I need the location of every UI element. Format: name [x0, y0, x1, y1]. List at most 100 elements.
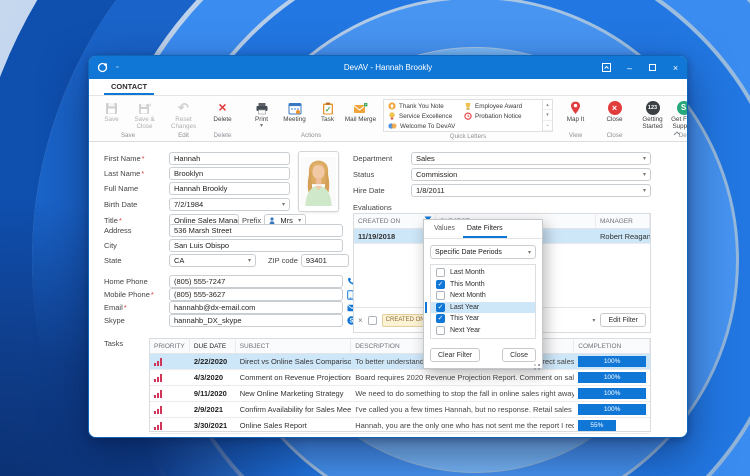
ribbon-group-quick-letters: Thank You Note Service Excellence Welcom… — [381, 97, 555, 141]
last-name-input[interactable]: Brooklyn — [169, 167, 290, 180]
first-name-input[interactable]: Hannah — [169, 152, 290, 165]
state-select[interactable]: CA ▾ — [169, 254, 256, 267]
checkbox[interactable] — [436, 302, 445, 312]
gallery-scroll-down-icon[interactable]: ▾ — [543, 110, 552, 121]
hire-date-select[interactable]: 1/8/2011 ▾ — [411, 184, 651, 197]
window-controls: – × — [595, 56, 687, 79]
column-header-subject[interactable]: SUBJECT — [236, 339, 352, 353]
task-completion-cell: 100% — [574, 372, 650, 383]
task-row[interactable]: 4/3/2020 Comment on Revenue Projections … — [150, 370, 650, 386]
completion-progress-bar: 100% — [578, 356, 646, 367]
column-header-completion[interactable]: COMPLETION — [574, 339, 650, 353]
home-phone-input[interactable]: (805) 555-7247 — [169, 275, 343, 288]
minimize-button[interactable]: – — [618, 56, 641, 79]
email-input[interactable]: hannahb@dx-email.com — [169, 301, 343, 314]
task-row[interactable]: 2/9/2021 Confirm Availability for Sales … — [150, 402, 650, 418]
remove-filter-icon[interactable]: × — [358, 316, 363, 325]
gallery-scroll-up-icon[interactable]: ▴ — [543, 100, 552, 111]
task-due-date: 2/9/2021 — [193, 405, 224, 414]
quick-letter-employee-award[interactable]: Employee Award — [464, 101, 540, 111]
address-row: Address 536 Marsh Street — [104, 224, 343, 237]
edit-filter-button[interactable]: Edit Filter — [600, 313, 646, 327]
filter-item-this-year[interactable]: This Year — [431, 313, 535, 325]
address-input[interactable]: 536 Marsh Street — [169, 224, 343, 237]
full-name-input[interactable]: Hannah Brookly — [169, 182, 290, 195]
ribbon-options-button[interactable] — [595, 56, 618, 79]
zip-input[interactable]: 93401 — [300, 254, 349, 267]
gallery-dropdown-icon[interactable]: ⌄ — [543, 121, 552, 131]
tab-values[interactable]: Values — [430, 220, 459, 238]
task-completion-cell: 100% — [574, 388, 650, 399]
quick-letter-thank-you[interactable]: Thank You Note — [388, 101, 464, 111]
map-it-button[interactable]: Map It — [559, 99, 592, 123]
close-record-button[interactable]: × Close — [598, 99, 631, 123]
maximize-button[interactable] — [641, 56, 664, 79]
hire-date-label: Hire Date — [353, 186, 385, 195]
priority-high-icon — [150, 389, 190, 398]
filter-item-next-month[interactable]: Next Month — [431, 290, 535, 302]
getting-started-button[interactable]: 123 Getting Started — [637, 99, 668, 130]
close-window-button[interactable]: × — [664, 56, 687, 79]
task-row[interactable]: 9/11/2020 New Online Marketing Strategy … — [150, 386, 650, 402]
reset-changes-button[interactable]: ↶ Reset Changes — [167, 99, 200, 130]
envelope-plus-icon: + — [353, 100, 368, 116]
getting-started-icon: 123 — [645, 100, 660, 116]
city-input[interactable]: San Luis Obispo — [169, 239, 343, 252]
clear-filter-button[interactable]: Clear Filter — [430, 348, 481, 362]
clipboard-check-icon: ✓ — [322, 100, 334, 116]
tab-contact[interactable]: CONTACT — [104, 79, 155, 95]
department-select[interactable]: Sales ▾ — [411, 152, 651, 165]
filter-dropdown-caret-icon[interactable]: ▾ — [592, 317, 595, 324]
filter-item-last-month[interactable]: Last Month — [431, 267, 535, 279]
filter-item-next-year[interactable]: Next Year — [431, 325, 535, 337]
filter-item-this-month[interactable]: This Month — [431, 279, 535, 291]
address-label: Address — [104, 226, 132, 235]
ribbon-group-view: Map It View — [557, 97, 594, 141]
contact-photo[interactable] — [298, 151, 339, 212]
filter-popup-footer: Clear Filter Close — [430, 348, 536, 362]
checkbox[interactable] — [436, 291, 445, 301]
date-period-select[interactable]: Specific Date Periods ▾ — [430, 245, 536, 259]
checkbox[interactable] — [436, 325, 445, 335]
quick-letter-service-excellence[interactable]: Service Excellence — [388, 111, 464, 121]
quick-letter-welcome[interactable]: Welcome To DevAV — [388, 121, 464, 131]
tab-date-filters[interactable]: Date Filters — [462, 220, 507, 238]
title-bar[interactable]: ▫ DevAV - Hannah Brookly – × — [89, 56, 687, 79]
group-label-actions: Actions — [300, 132, 322, 139]
status-select[interactable]: Commission ▾ — [411, 168, 651, 181]
task-button[interactable]: ✓ Task — [311, 99, 344, 123]
resize-grip[interactable] — [538, 364, 540, 366]
filter-item-last-year[interactable]: Last Year — [425, 301, 535, 313]
column-header-priority[interactable]: PRIORITY — [150, 339, 190, 353]
task-completion-cell: 100% — [574, 404, 650, 415]
filter-enabled-checkbox[interactable] — [367, 315, 377, 325]
delete-button[interactable]: × Delete — [206, 99, 239, 123]
checkbox[interactable] — [436, 268, 445, 278]
mobile-phone-input[interactable]: (805) 555-3627 — [169, 288, 343, 301]
ribbon-group-edit: ↶ Reset Changes Edit — [165, 97, 202, 141]
quick-letter-probation-notice[interactable]: Probation Notice — [464, 111, 540, 121]
birth-date-input[interactable]: 7/2/1984 ▾ — [169, 198, 290, 211]
task-row[interactable]: 3/30/2021 Online Sales Report Hannah, yo… — [150, 418, 650, 434]
skype-input[interactable]: hannahb_DX_skype — [169, 314, 343, 327]
close-popup-button[interactable]: Close — [502, 348, 536, 362]
support-icon: S — [676, 100, 687, 116]
birth-date-label: Birth Date — [104, 200, 138, 209]
filter-criteria-chip[interactable]: CREATED ON — [381, 313, 428, 327]
priority-high-icon — [150, 357, 190, 366]
column-header-due-date[interactable]: DUE DATE — [190, 339, 236, 353]
checkbox[interactable] — [436, 314, 445, 324]
meeting-button[interactable]: Meeting — [278, 99, 311, 123]
department-row: Department Sales ▾ — [353, 152, 651, 165]
print-button[interactable]: Print ▾ — [245, 99, 278, 130]
mail-merge-button[interactable]: + Mail Merge — [344, 99, 377, 123]
get-free-support-button[interactable]: S Get Free Support — [668, 99, 687, 130]
task-row[interactable]: 2/22/2020 Direct vs Online Sales Compari… — [150, 354, 650, 370]
save-button[interactable]: Save — [95, 99, 128, 123]
delete-x-icon: × — [218, 99, 227, 116]
save-close-button[interactable]: x Save & Close — [128, 99, 161, 130]
contact-form: First Name* Hannah Last Name* Brooklyn F… — [89, 142, 687, 437]
column-header-manager[interactable]: MANAGER — [596, 214, 650, 228]
checkbox[interactable] — [436, 279, 445, 289]
ribbon-collapse-button[interactable] — [673, 129, 681, 138]
